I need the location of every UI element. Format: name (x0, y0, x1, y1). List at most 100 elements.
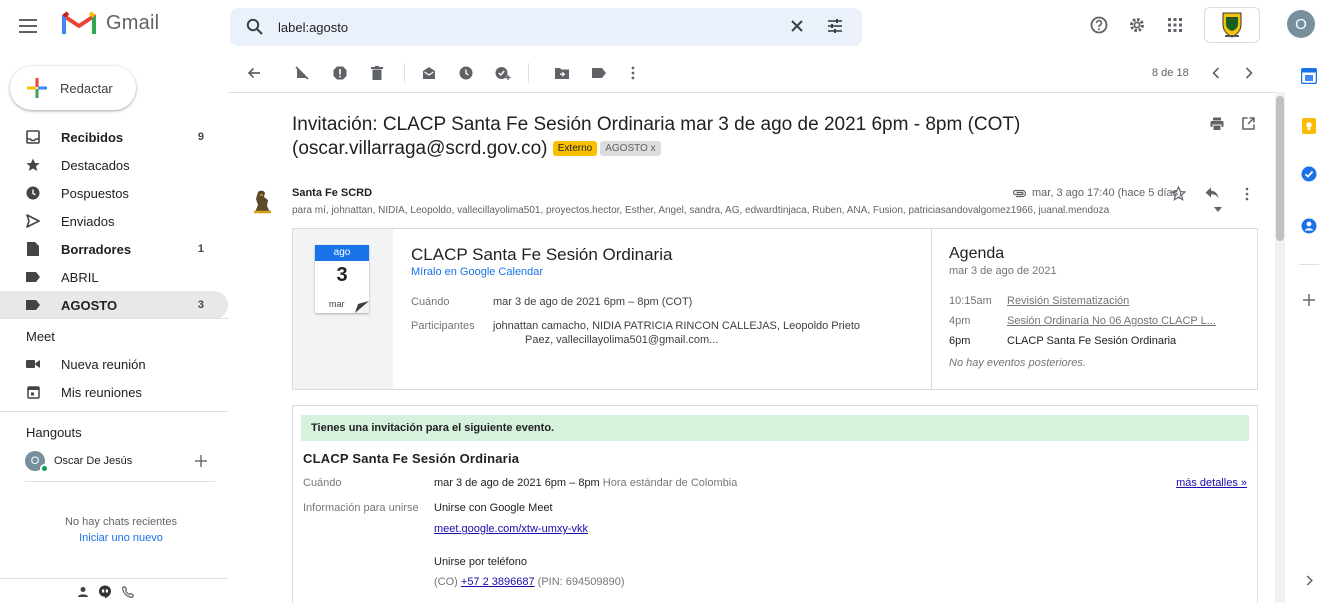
newer-button[interactable] (1207, 64, 1225, 82)
no-recent-chats-text: No hay chats recientes (65, 516, 177, 528)
calendar-icon (26, 385, 40, 399)
show-details-button[interactable] (1214, 207, 1222, 212)
agenda-event-link[interactable]: Revisión Sistematización (1007, 295, 1237, 307)
label-icon (592, 68, 606, 78)
sidebar-item-snoozed[interactable]: Pospuestos (0, 179, 228, 207)
sidebar-item-starred[interactable]: Destacados (0, 151, 228, 179)
when-value: mar 3 de ago de 2021 6pm – 8pm (COT) (493, 296, 693, 308)
invitation-when: mar 3 de ago de 2021 6pm – 8pm Hora está… (434, 477, 737, 489)
app-name: Gmail (106, 11, 160, 34)
hangouts-user-name[interactable]: Oscar De Jesús (54, 455, 132, 467)
open-new-window-button[interactable] (1242, 117, 1255, 130)
join-meet-text: Unirse con Google Meet (434, 502, 553, 514)
subject-line-2: (oscar.villarraga@scrd.gov.co) (292, 138, 548, 159)
search-options-button[interactable] (827, 18, 843, 34)
agenda-event-link[interactable]: Sesión Ordinaria No 06 Agosto CLACP L... (1007, 315, 1237, 327)
print-button[interactable] (1210, 117, 1224, 131)
agenda-date: mar 3 de ago de 2021 (949, 265, 1057, 277)
back-button[interactable] (245, 64, 263, 82)
main-menu-button[interactable] (8, 6, 48, 46)
recipients-text: para mí, johnattan, NIDIA, Leopoldo, val… (292, 205, 1110, 216)
gmail-logo[interactable]: Gmail (62, 10, 159, 36)
conversations-tab[interactable] (98, 585, 112, 599)
remove-label-button[interactable]: x (651, 143, 656, 154)
sidebar-item-label: Borradores (61, 241, 132, 257)
meet-new-meeting[interactable]: Nueva reunión (0, 350, 228, 378)
star-message-button[interactable] (1171, 186, 1186, 201)
organization-logo[interactable] (1204, 7, 1260, 43)
clock-icon (26, 186, 40, 200)
help-icon (1090, 16, 1108, 34)
hangouts-section-title: Hangouts (26, 425, 82, 440)
date-panel: ago 3 mar (293, 229, 393, 389)
search-button[interactable] (246, 18, 263, 35)
snooze-button[interactable] (457, 64, 475, 82)
attachment-indicator (1012, 189, 1026, 198)
person-icon (78, 587, 88, 597)
scrollbar-thumb[interactable] (1276, 96, 1284, 241)
agenda-no-more-events: No hay eventos posteriores. (949, 357, 1086, 369)
compose-button[interactable]: Redactar (10, 66, 136, 110)
contacts-tab[interactable] (77, 586, 89, 598)
more-options-button[interactable] (624, 64, 642, 82)
sidebar-divider (0, 411, 228, 412)
invitation-body: Tienes una invitación para el siguiente … (292, 405, 1258, 603)
search-input[interactable] (278, 17, 758, 37)
invitation-when-label: Cuándo (303, 477, 342, 489)
calendar-app-button[interactable] (1301, 68, 1317, 84)
sidebar-item-label: Pospuestos (61, 185, 129, 201)
add-to-tasks-button[interactable] (494, 64, 512, 82)
new-conversation-button[interactable] (195, 455, 207, 467)
support-button[interactable] (1082, 8, 1116, 42)
draft-count: 1 (197, 243, 204, 255)
keep-app-button[interactable] (1301, 118, 1317, 134)
older-button[interactable] (1240, 64, 1258, 82)
apps-button[interactable] (1158, 8, 1192, 42)
hangouts-divider (25, 481, 215, 482)
sidebar-item-abril[interactable]: ABRIL (0, 263, 228, 291)
move-to-button[interactable] (553, 64, 571, 82)
clear-search-button[interactable] (790, 19, 804, 33)
new-meeting-label: Nueva reunión (61, 356, 146, 372)
open-in-new-icon (1242, 117, 1255, 130)
sidebar-item-agosto[interactable]: AGOSTO 3 (0, 291, 228, 319)
external-label-chip: Externo (552, 141, 598, 156)
gmail-m-icon (62, 11, 96, 34)
phone-calls-tab[interactable] (122, 586, 134, 598)
sender-name[interactable]: Santa Fe SCRD (292, 187, 372, 199)
labels-button[interactable] (590, 64, 608, 82)
agenda-time: 10:15am (949, 295, 992, 307)
sidebar-item-inbox[interactable]: Recibidos 9 (0, 123, 228, 151)
event-title: CLACP Santa Fe Sesión Ordinaria (411, 245, 673, 264)
settings-button[interactable] (1120, 8, 1154, 42)
gear-icon (1130, 18, 1144, 32)
message-more-button[interactable] (1245, 187, 1249, 201)
more-details-link[interactable]: más detalles » (1176, 477, 1247, 489)
get-addons-button[interactable] (1301, 292, 1317, 308)
report-spam-button[interactable] (331, 64, 349, 82)
sidebar-item-sent[interactable]: Enviados (0, 207, 228, 235)
meet-my-meetings[interactable]: Mis reuniones (0, 378, 228, 406)
phone-number-link[interactable]: +57 2 3896687 (461, 576, 535, 588)
message-scrollbar[interactable] (1275, 92, 1285, 603)
tasks-app-button[interactable] (1301, 166, 1317, 182)
mark-unread-button[interactable] (420, 64, 438, 82)
sidebar-item-drafts[interactable]: Borradores 1 (0, 235, 228, 263)
start-new-chat-link[interactable]: Iniciar uno nuevo (0, 532, 242, 544)
reply-button[interactable] (1205, 187, 1219, 199)
recipients-list[interactable]: para mí, johnattan, NIDIA, Leopoldo, val… (292, 205, 1207, 216)
meet-link[interactable]: meet.google.com/xtw-umxy-vkk (434, 523, 588, 535)
participants-line-1: johnattan camacho, NIDIA PATRICIA RINCON… (493, 320, 861, 332)
page-curl-icon (355, 301, 369, 313)
invitation-banner: Tienes una invitación para el siguiente … (301, 415, 1249, 441)
archive-button[interactable] (293, 64, 311, 82)
delete-button[interactable] (368, 64, 386, 82)
sender-avatar[interactable] (246, 186, 278, 218)
contacts-app-button[interactable] (1301, 218, 1317, 234)
invitation-title: CLACP Santa Fe Sesión Ordinaria (303, 451, 520, 466)
google-contacts-icon (1301, 218, 1317, 234)
sidebar-item-label: Enviados (61, 213, 115, 229)
account-avatar[interactable]: O (1287, 10, 1315, 38)
view-in-calendar-link[interactable]: Míralo en Google Calendar (411, 266, 543, 278)
show-side-panel-button[interactable] (1301, 572, 1317, 588)
